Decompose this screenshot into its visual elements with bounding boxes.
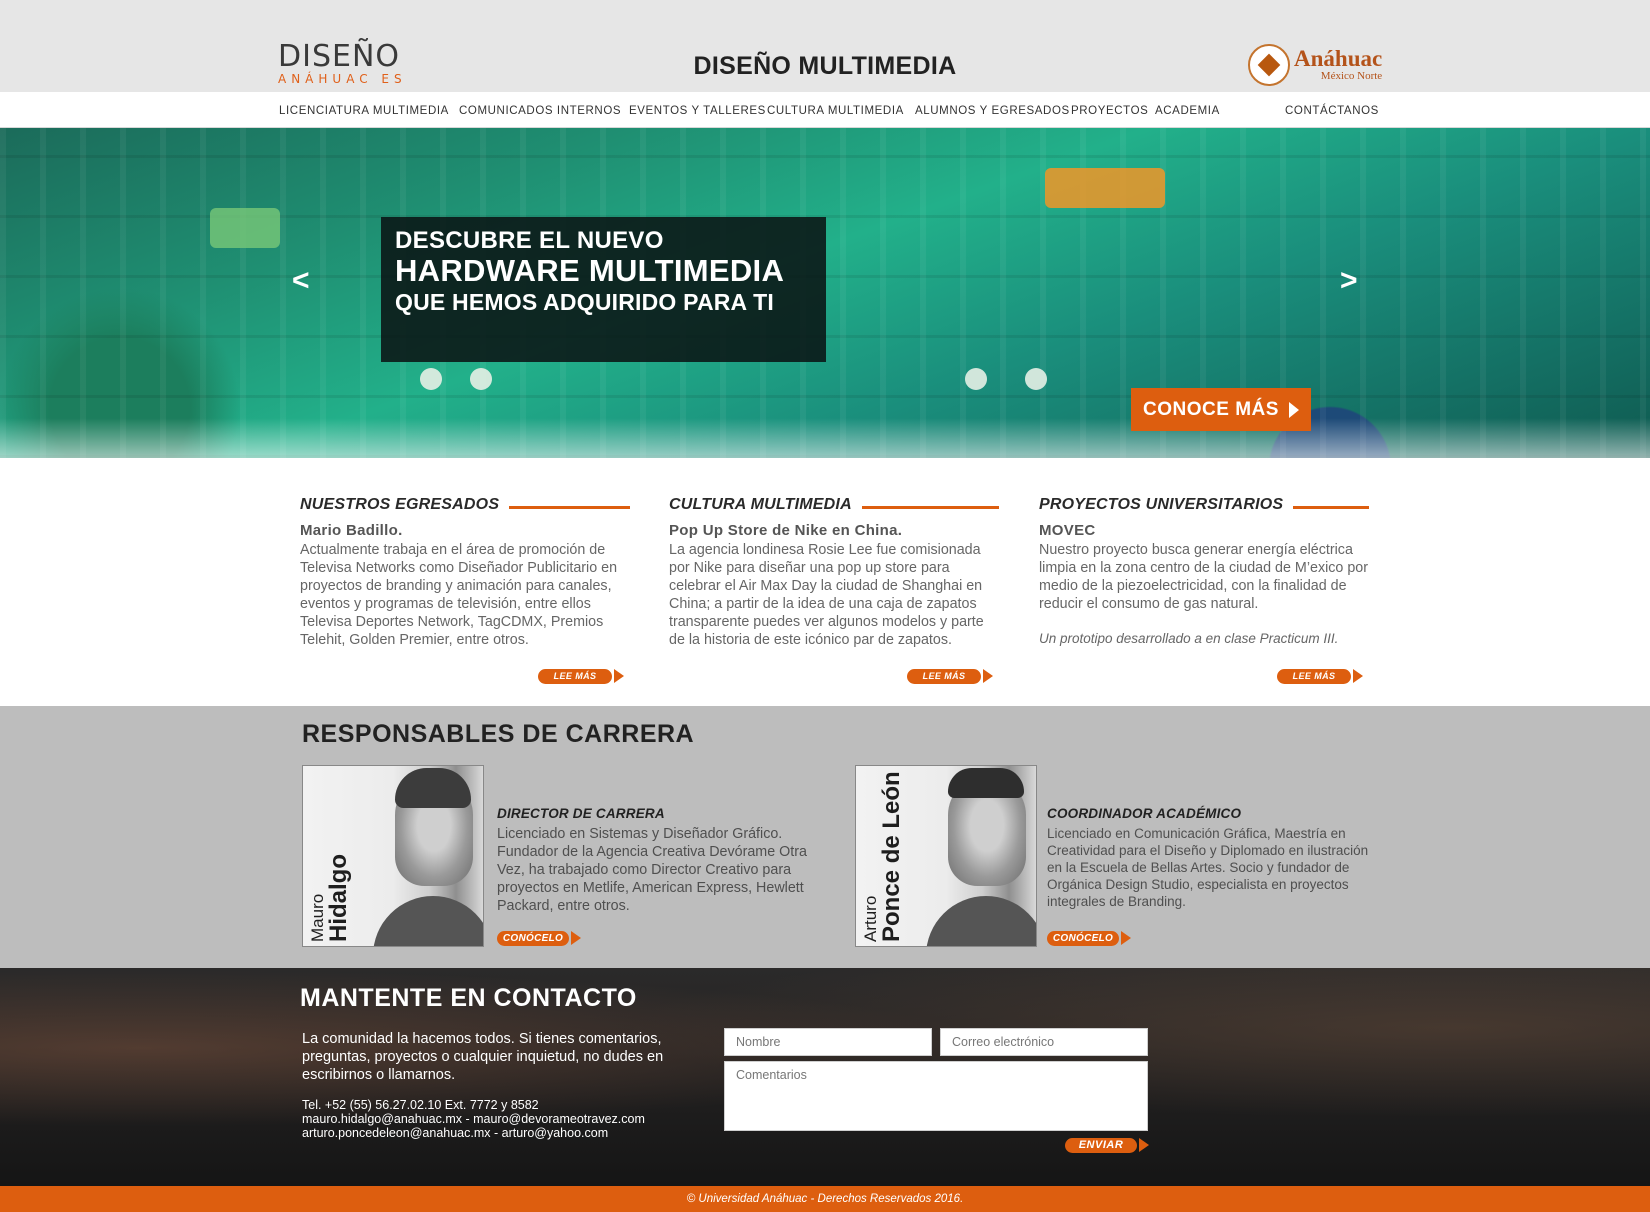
- nav-item-academia[interactable]: ACADEMIA: [1155, 105, 1220, 117]
- play-arrow-icon: [1139, 1138, 1149, 1152]
- hero-caption-line3: QUE HEMOS ADQUIRIDO PARA TI: [395, 289, 774, 315]
- portrait-arturo[interactable]: Arturo Ponce de León: [855, 765, 1037, 947]
- nav-item-alumnos[interactable]: ALUMNOS Y EGRESADOS: [915, 105, 1070, 117]
- column-subtitle: Mario Badillo.: [300, 522, 403, 539]
- play-arrow-icon: [1353, 669, 1363, 683]
- portrait-figure: [926, 896, 1036, 946]
- nav-item-proyectos[interactable]: PROYECTOS: [1071, 105, 1148, 117]
- hero-caption-line2: HARDWARE MULTIMEDIA: [395, 253, 785, 288]
- person-info: COORDINADOR ACADÉMICO Licenciado en Comu…: [1047, 806, 1377, 910]
- column-egresados: NUESTROS EGRESADOS Mario Badillo. Actual…: [300, 496, 630, 649]
- column-title: CULTURA MULTIMEDIA: [669, 496, 852, 513]
- title-underline: [1293, 505, 1369, 509]
- hero-decor-components: [1045, 168, 1165, 208]
- nav-item-licenciatura[interactable]: LICENCIATURA MULTIMEDIA: [279, 105, 449, 117]
- hero-caption-line1: DESCUBRE EL NUEVO: [395, 227, 664, 254]
- person-last-name: Hidalgo: [325, 854, 352, 942]
- hero-decor-dot: [420, 368, 442, 390]
- comments-field[interactable]: Comentarios: [724, 1061, 1148, 1131]
- hero-caption: DESCUBRE EL NUEVO HARDWARE MULTIMEDIA QU…: [381, 217, 826, 362]
- column-cultura: CULTURA MULTIMEDIA Pop Up Store de Nike …: [669, 496, 999, 649]
- contact-info: Tel. +52 (55) 56.27.02.10 Ext. 7772 y 85…: [302, 1098, 645, 1140]
- hero-decor-connector: [210, 208, 280, 248]
- title-underline: [861, 505, 999, 509]
- play-arrow-icon: [1121, 931, 1131, 945]
- section-heading: MANTENTE EN CONTACTO: [300, 984, 637, 1012]
- anahuac-logo-campus: México Norte: [1320, 70, 1383, 82]
- nav-item-eventos[interactable]: EVENTOS Y TALLERES: [629, 105, 766, 117]
- column-body: Nuestro proyecto busca generar energía e…: [1039, 542, 1369, 612]
- conocelo-label: CONÓCELO: [497, 930, 569, 946]
- hero-decor-dot: [965, 368, 987, 390]
- lee-mas-button[interactable]: LEE MÁS: [538, 668, 624, 684]
- anahuac-logo[interactable]: Anáhuac México Norte: [1248, 44, 1382, 86]
- play-arrow-icon: [614, 669, 624, 683]
- portrait-mauro[interactable]: Mauro Hidalgo: [302, 765, 484, 947]
- hero-bottom-fade: [0, 418, 1650, 458]
- play-arrow-icon: [983, 669, 993, 683]
- hero-decor-dot: [470, 368, 492, 390]
- portrait-hair: [395, 768, 471, 808]
- lee-mas-button[interactable]: LEE MÁS: [1277, 668, 1363, 684]
- column-body: La agencia londinesa Rosie Lee fue comis…: [669, 542, 984, 648]
- column-title: PROYECTOS UNIVERSITARIOS: [1039, 496, 1284, 513]
- contact-email-line[interactable]: arturo.poncedeleon@anahuac.mx - arturo@y…: [302, 1126, 645, 1140]
- column-proyectos: PROYECTOS UNIVERSITARIOS MOVEC Nuestro p…: [1039, 496, 1369, 646]
- column-note: Un prototipo desarrollado a en clase Pra…: [1039, 631, 1339, 646]
- send-button[interactable]: ENVIAR: [1065, 1137, 1151, 1153]
- footer: © Universidad Anáhuac - Derechos Reserva…: [0, 1186, 1650, 1212]
- portrait-name: Arturo Ponce de León: [861, 771, 905, 942]
- column-body: Actualmente trabaja en el área de promoc…: [300, 542, 618, 648]
- person-role: COORDINADOR ACADÉMICO: [1047, 806, 1242, 821]
- contact-phone: Tel. +52 (55) 56.27.02.10 Ext. 7772 y 85…: [302, 1098, 539, 1112]
- portrait-hair: [948, 768, 1024, 798]
- send-label: ENVIAR: [1065, 1137, 1137, 1153]
- play-arrow-icon: [571, 931, 581, 945]
- portrait-name: Mauro Hidalgo: [308, 854, 352, 942]
- conocelo-button[interactable]: CONÓCELO: [497, 930, 583, 946]
- lee-mas-label: LEE MÁS: [538, 668, 612, 684]
- conoce-mas-label: CONOCE MÁS: [1143, 398, 1279, 420]
- conocelo-button[interactable]: CONÓCELO: [1047, 930, 1133, 946]
- column-subtitle: MOVEC: [1039, 522, 1096, 539]
- column-subtitle: Pop Up Store de Nike en China.: [669, 522, 903, 539]
- anahuac-logo-name: Anáhuac: [1294, 46, 1383, 71]
- column-title: NUESTROS EGRESADOS: [300, 496, 500, 513]
- nav-item-cultura[interactable]: CULTURA MULTIMEDIA: [767, 105, 904, 117]
- person-last-name: Ponce de León: [878, 771, 905, 942]
- portrait-figure: [373, 896, 483, 946]
- contact-email-line[interactable]: mauro.hidalgo@anahuac.mx - mauro@devoram…: [302, 1112, 645, 1126]
- section-heading: RESPONSABLES DE CARRERA: [302, 720, 695, 748]
- play-arrow-icon: [1288, 401, 1299, 418]
- lee-mas-label: LEE MÁS: [1277, 668, 1351, 684]
- person-role: DIRECTOR DE CARRERA: [497, 806, 665, 821]
- conocelo-label: CONÓCELO: [1047, 930, 1119, 946]
- nav-item-contacto[interactable]: CONTÁCTANOS: [1285, 105, 1379, 117]
- conoce-mas-button[interactable]: CONOCE MÁS: [1131, 388, 1311, 431]
- person-description: Licenciado en Sistemas y Diseñador Gráfi…: [497, 826, 807, 914]
- lee-mas-button[interactable]: LEE MÁS: [907, 668, 993, 684]
- hero-slider: DESCUBRE EL NUEVO HARDWARE MULTIMEDIA QU…: [0, 128, 1650, 458]
- person-description: Licenciado en Comunicación Gráfica, Maes…: [1047, 826, 1369, 909]
- lee-mas-label: LEE MÁS: [907, 668, 981, 684]
- contact-lead: La comunidad la hacemos todos. Si tienes…: [302, 1031, 664, 1083]
- slider-prev-icon[interactable]: <: [292, 266, 310, 296]
- page-title: DISEÑO MULTIMEDIA: [693, 52, 957, 80]
- anahuac-seal-icon: [1248, 44, 1290, 86]
- title-underline: [509, 505, 630, 509]
- name-field[interactable]: Nombre: [724, 1028, 932, 1056]
- slider-next-icon[interactable]: >: [1340, 266, 1358, 296]
- responsables-section: RESPONSABLES DE CARRERA Mauro Hidalgo DI…: [0, 706, 1650, 968]
- person-info: DIRECTOR DE CARRERA Licenciado en Sistem…: [497, 806, 817, 915]
- email-field[interactable]: Correo electrónico: [940, 1028, 1148, 1056]
- main-nav: LICENCIATURA MULTIMEDIA COMUNICADOS INTE…: [0, 92, 1650, 128]
- nav-item-comunicados[interactable]: COMUNICADOS INTERNOS: [459, 105, 621, 117]
- hero-decor-dot: [1025, 368, 1047, 390]
